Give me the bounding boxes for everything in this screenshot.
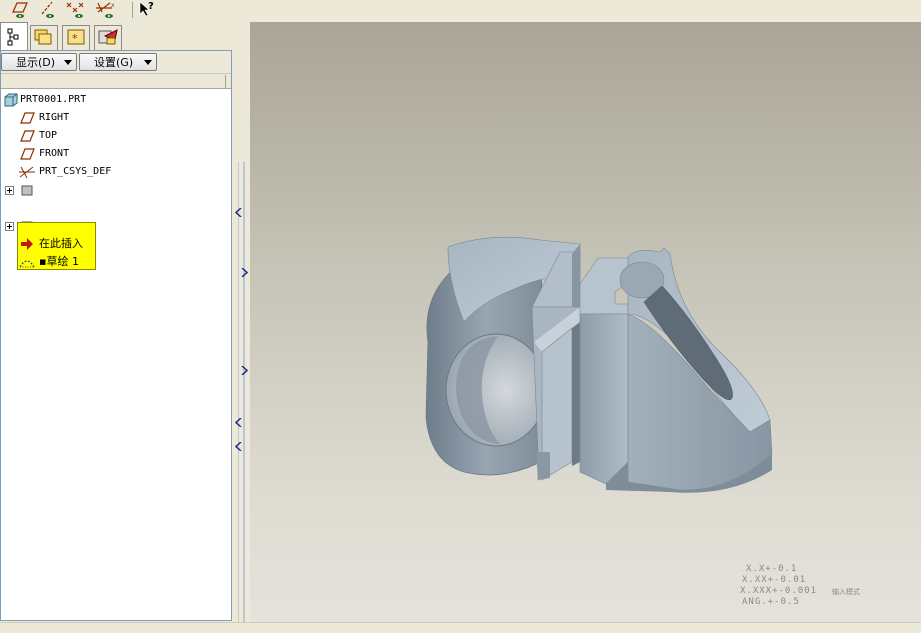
insert-here-arrow-icon — [21, 238, 33, 250]
datum-point-display-icon[interactable] — [64, 0, 86, 20]
tolerance-mode-note: 输入模式 — [832, 588, 860, 596]
expand-right-icon[interactable] — [241, 268, 248, 277]
datum-plane-icon — [20, 112, 35, 124]
collapse-left-icon[interactable] — [235, 418, 242, 427]
model-tree-panel: 显示(D) 设置(G) PRT0001.PRT RIGHT TOP FRONT … — [0, 50, 232, 621]
svg-text:x: x — [111, 2, 115, 9]
part-icon — [4, 93, 18, 107]
model-tree-icon — [7, 28, 19, 46]
datum-plane-display-icon[interactable] — [8, 0, 30, 20]
folder-browser-icon — [34, 29, 52, 45]
folder-browser-tab[interactable] — [30, 25, 58, 50]
panel-splitter[interactable] — [232, 22, 250, 622]
tree-column-header[interactable] — [1, 73, 231, 89]
tolerance-line: X.X+-0.1 — [746, 564, 798, 574]
toolbar-separator — [132, 2, 133, 18]
sketch-icon — [19, 260, 35, 268]
status-bar — [0, 622, 921, 633]
model-tree: PRT0001.PRT RIGHT TOP FRONT PRT_CSYS_DEF — [1, 89, 231, 620]
expand-right-icon[interactable] — [241, 366, 248, 375]
datum-plane-icon — [20, 130, 35, 142]
context-help-icon[interactable]: ? — [138, 0, 160, 20]
top-toolbar: x ? — [0, 0, 250, 22]
model-tree-menubar: 显示(D) 设置(G) — [1, 51, 231, 73]
coordinate-system-display-icon[interactable]: x — [94, 0, 116, 20]
display-menu-label: 显示(D) — [16, 56, 56, 69]
chevron-down-icon — [144, 60, 152, 65]
graphics-viewport[interactable]: X.X+-0.1 X.XX+-0.01 X.XXX+-0.001 ANG.+-0… — [250, 22, 921, 622]
settings-menu-button[interactable]: 设置(G) — [79, 53, 157, 71]
expand-feature-2-button[interactable] — [5, 222, 14, 231]
tolerance-line: ANG.+-0.5 — [742, 597, 800, 607]
model-tree-tab[interactable] — [0, 22, 28, 50]
navigator-tabs: * — [0, 22, 232, 50]
tolerance-line: X.XX+-0.01 — [742, 575, 807, 585]
connections-icon — [98, 29, 118, 45]
svg-text:*: * — [72, 32, 78, 45]
expand-feature-1-button[interactable] — [5, 186, 14, 195]
part-model[interactable] — [250, 22, 921, 622]
coordinate-system-icon — [19, 166, 35, 179]
tolerance-table: X.X+-0.1 X.XX+-0.01 X.XXX+-0.001 ANG.+-0… — [740, 564, 817, 608]
datum-axis-display-icon[interactable] — [36, 0, 58, 20]
connections-tab[interactable] — [94, 25, 122, 50]
feature-icon — [21, 185, 33, 196]
tolerance-line: X.XXX+-0.001 — [740, 586, 818, 596]
collapse-left-icon[interactable] — [235, 208, 242, 217]
display-menu-button[interactable]: 显示(D) — [1, 53, 77, 71]
favorites-tab[interactable]: * — [62, 25, 90, 50]
svg-text:?: ? — [148, 1, 154, 12]
favorites-icon: * — [67, 29, 85, 45]
chevron-down-icon — [64, 60, 72, 65]
collapse-left-icon[interactable] — [235, 442, 242, 451]
settings-menu-label: 设置(G) — [94, 56, 134, 69]
datum-plane-icon — [20, 148, 35, 160]
